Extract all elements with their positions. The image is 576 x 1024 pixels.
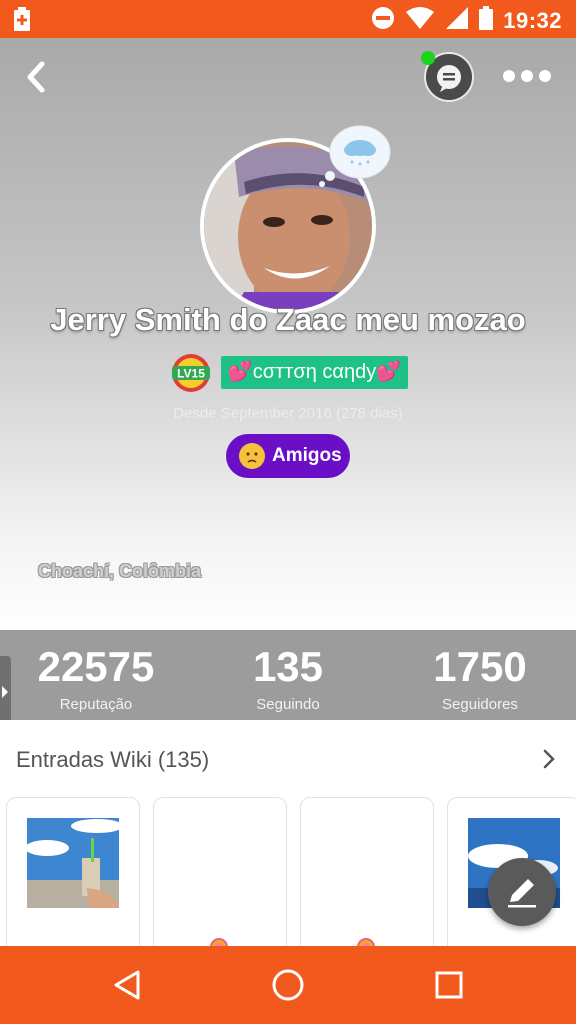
stat-label: Seguindo	[256, 696, 320, 713]
battery-alert-icon	[14, 7, 30, 36]
wiki-card[interactable]	[6, 797, 140, 957]
nav-home-icon[interactable]	[271, 968, 305, 1002]
wiki-section-header[interactable]: Entradas Wiki (135)	[0, 720, 576, 796]
stat-label: Reputação	[59, 696, 133, 713]
more-icon[interactable]	[503, 70, 551, 82]
emoji-icon	[239, 443, 265, 469]
clock: 19:32	[503, 7, 562, 33]
wiki-card[interactable]	[153, 797, 287, 957]
edit-icon	[508, 879, 536, 908]
weather-thought-icon	[316, 122, 396, 190]
chevron-right-icon	[543, 749, 555, 769]
back-icon[interactable]	[22, 60, 52, 94]
system-nav-bar	[0, 946, 576, 1024]
status-bar: 19:32	[0, 0, 576, 38]
wiki-card-image	[27, 818, 119, 908]
profile-tag: 💕cσттση cαηdy💕	[221, 356, 408, 389]
online-status-dot	[421, 51, 435, 65]
location: Choachí, Colômbia	[38, 561, 202, 581]
wifi-icon	[405, 6, 435, 35]
level-badge-text: LV15	[177, 367, 205, 381]
member-since: Desde September 2016 (278 dias)	[173, 405, 403, 422]
friends-button[interactable]: Amigos	[226, 434, 350, 478]
friends-label: Amigos	[272, 445, 342, 466]
wiki-card[interactable]	[300, 797, 434, 957]
stat-following[interactable]: 135 Seguindo	[192, 630, 384, 714]
stat-label: Seguidores	[442, 696, 518, 713]
stat-value: 135	[252, 643, 324, 690]
do-not-disturb-icon	[371, 6, 395, 35]
side-drawer-handle[interactable]	[0, 656, 11, 728]
nav-recents-icon[interactable]	[432, 968, 466, 1002]
wiki-title: Entradas Wiki (135)	[16, 747, 210, 772]
profile-name: Jerry Smith do Zaac meu mozao	[50, 302, 526, 337]
signal-icon	[445, 6, 469, 35]
nav-back-icon[interactable]	[110, 968, 144, 1002]
edit-button[interactable]	[488, 858, 556, 926]
stat-followers[interactable]: 1750 Seguidores	[384, 630, 576, 714]
stat-reputation[interactable]: 22575 Reputação	[0, 630, 192, 714]
level-badge-icon: LV15	[170, 352, 212, 394]
stat-value: 1750	[433, 643, 527, 690]
battery-icon	[479, 6, 494, 35]
stat-value: 22575	[37, 643, 155, 690]
stats-bar: 22575 Reputação 135 Seguindo 1750 Seguid…	[0, 630, 576, 720]
